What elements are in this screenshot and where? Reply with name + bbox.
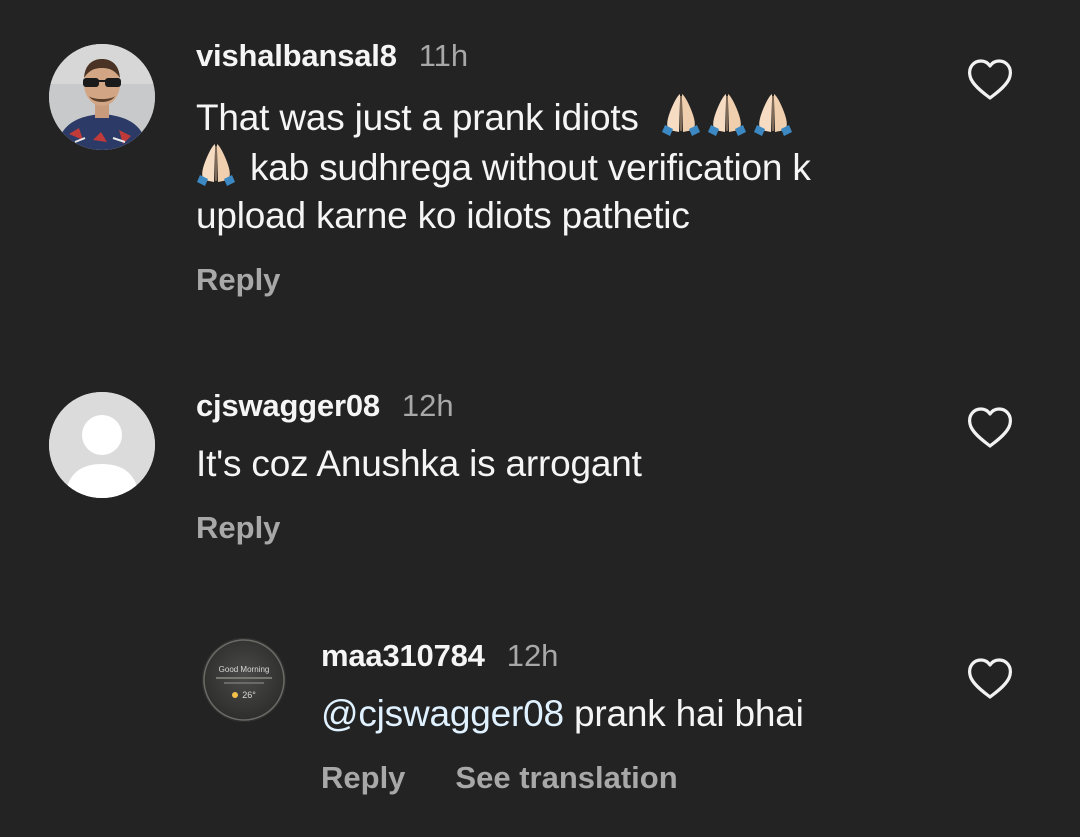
comment-text: @cjswagger08 prank hai bhai	[321, 690, 804, 738]
comment-text-line: kab sudhrega without verification k	[196, 142, 811, 192]
profile-photo-icon	[49, 44, 155, 150]
username[interactable]: cjswagger08	[196, 388, 380, 424]
folded-hands-emoji	[661, 92, 701, 136]
comment-text-line: upload karne ko idiots pathetic	[196, 192, 811, 240]
comment-header: vishalbansal8 11h	[196, 38, 811, 74]
comment-text: It's coz Anushka is arrogant	[196, 443, 642, 484]
comment-item: vishalbansal8 11h That was just a prank …	[0, 0, 1080, 330]
sun-icon	[232, 692, 238, 698]
comment-text-segment: That was just a prank idiots	[196, 97, 639, 138]
comment-text-segment: upload karne ko idiots pathetic	[196, 195, 690, 236]
comment-text-segment: prank hai bhai	[563, 693, 804, 734]
comment-body: vishalbansal8 11h That was just a prank …	[196, 38, 811, 298]
mention-link[interactable]: @cjswagger08	[321, 693, 564, 734]
reply-button[interactable]: Reply	[196, 262, 280, 298]
see-translation-button[interactable]: See translation	[455, 760, 677, 796]
comment-text-line: That was just a prank idiots	[196, 92, 811, 142]
folded-hands-emoji	[753, 92, 793, 136]
username[interactable]: maa310784	[321, 638, 485, 674]
comment-actions: Reply	[196, 510, 642, 546]
heart-outline-icon[interactable]	[966, 657, 1014, 701]
comment-body: cjswagger08 12h It's coz Anushka is arro…	[196, 388, 642, 546]
username[interactable]: vishalbansal8	[196, 38, 397, 74]
comments-list: vishalbansal8 11h That was just a prank …	[0, 0, 1080, 837]
avatar-temperature: 26°	[242, 690, 256, 700]
comment-actions: Reply	[196, 262, 811, 298]
folded-hands-emoji	[196, 142, 236, 186]
comment-actions: Reply See translation	[321, 760, 804, 796]
weather-widget-avatar-icon: Good Morning 26°	[202, 638, 286, 722]
avatar[interactable]	[49, 44, 155, 150]
avatar[interactable]: Good Morning 26°	[202, 638, 286, 722]
folded-hands-emoji	[707, 92, 747, 136]
comment-header: maa310784 12h	[321, 638, 804, 674]
timestamp: 11h	[418, 38, 469, 73]
comment-text: That was just a prank idiots kab sudhreg…	[196, 92, 811, 240]
reply-button[interactable]: Reply	[321, 760, 405, 796]
comment-body: maa310784 12h @cjswagger08 prank hai bha…	[321, 638, 804, 796]
avatar[interactable]	[49, 392, 155, 498]
heart-outline-icon[interactable]	[966, 406, 1014, 450]
default-avatar-icon	[49, 392, 155, 498]
timestamp: 12h	[506, 638, 559, 673]
comment-header: cjswagger08 12h	[196, 388, 642, 424]
timestamp: 12h	[401, 388, 454, 423]
heart-outline-icon[interactable]	[966, 58, 1014, 102]
reply-button[interactable]: Reply	[196, 510, 280, 546]
comment-text-segment: kab sudhrega without verification k	[250, 147, 811, 188]
avatar-text: Good Morning	[219, 665, 270, 674]
